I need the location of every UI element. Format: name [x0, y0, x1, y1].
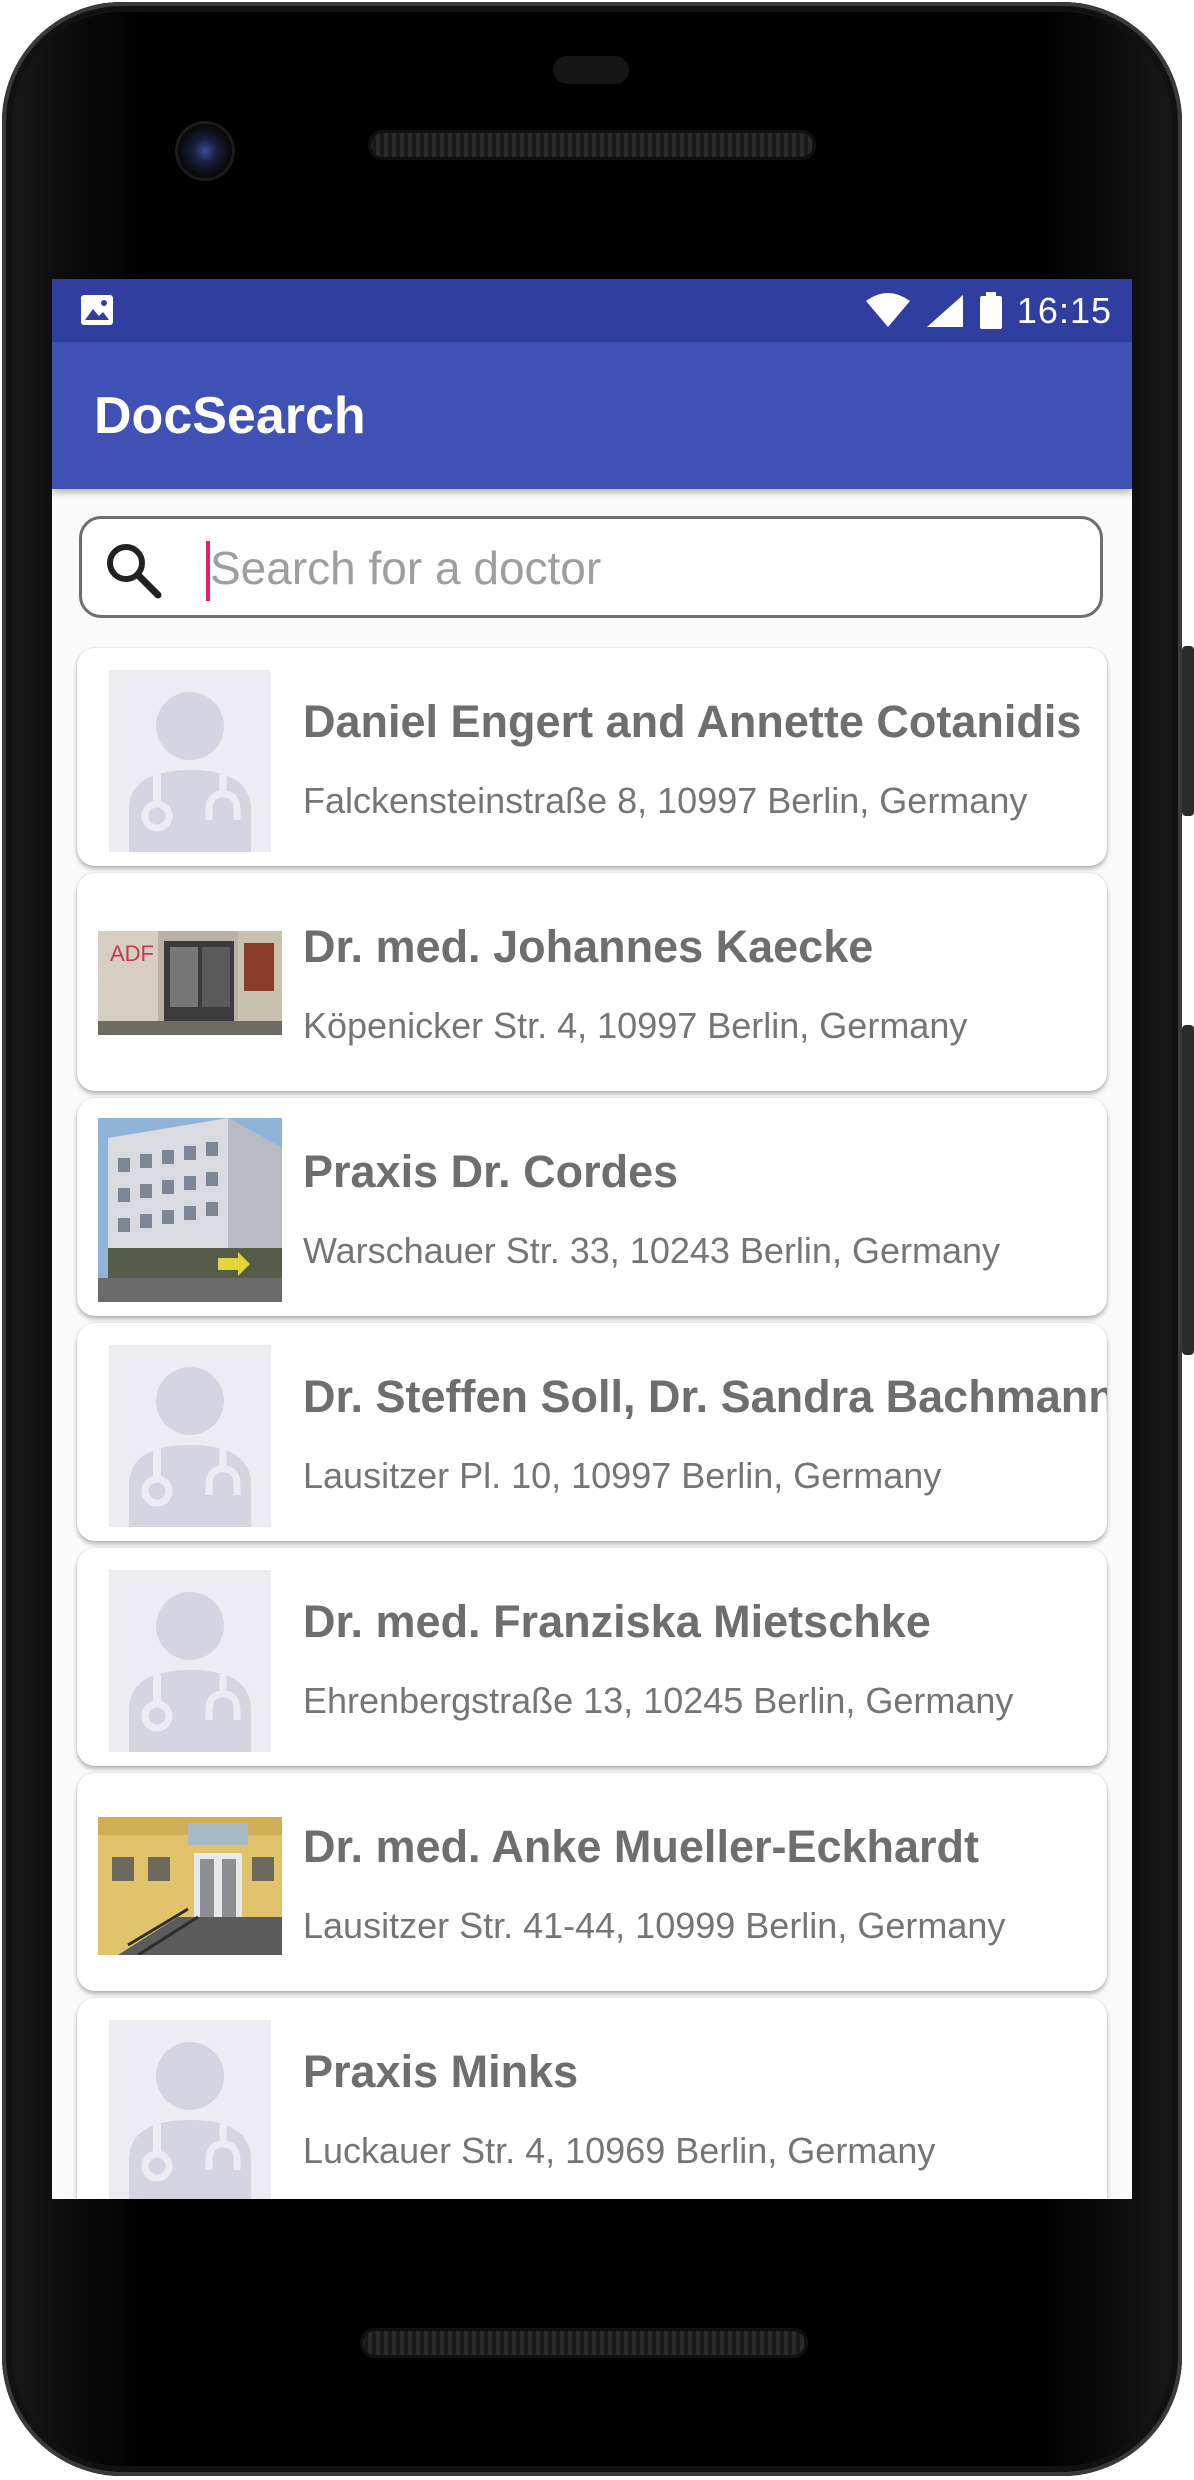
svg-text:ADF: ADF [110, 941, 154, 966]
storefront-photo: ADF [98, 931, 282, 1035]
volume-buttons [1182, 1025, 1194, 1355]
doctor-card[interactable]: Dr. Steffen Soll, Dr. Sandra Bachmann La… [77, 1323, 1107, 1541]
doctor-card[interactable]: Dr. med. Franziska Mietschke Ehrenbergst… [77, 1548, 1107, 1766]
doctor-name: Dr. med. Anke Mueller-Eckhardt [303, 1821, 980, 1872]
app-screen: 16:15 DocSearch Search for a doctor Dani… [52, 279, 1132, 2199]
doctor-name: Daniel Engert and Annette Cotanidis [303, 696, 1082, 747]
doctor-name: Dr. Steffen Soll, Dr. Sandra Bachmann [303, 1371, 1107, 1422]
doctor-placeholder-icon [109, 1345, 271, 1527]
battery-icon [979, 291, 1002, 329]
doctor-name: Praxis Minks [303, 2046, 579, 2097]
earpiece-speaker [368, 130, 816, 160]
doctor-placeholder-icon [109, 1570, 271, 1752]
doctor-placeholder-icon [109, 2020, 271, 2199]
app-title: DocSearch [94, 387, 366, 445]
search-box[interactable] [79, 516, 1103, 618]
doctor-card[interactable]: Praxis Dr. Cordes Warschauer Str. 33, 10… [77, 1098, 1107, 1316]
doctor-name: Dr. med. Franziska Mietschke [303, 1596, 931, 1647]
doctor-card[interactable]: Praxis Minks Luckauer Str. 4, 10969 Berl… [77, 1998, 1107, 2199]
doctor-address: Lausitzer Str. 41-44, 10999 Berlin, Germ… [303, 1905, 1006, 1946]
power-button [1182, 646, 1194, 816]
app-bar: DocSearch [52, 342, 1132, 489]
wifi-icon [865, 292, 910, 327]
status-icons: 16:15 [865, 279, 1112, 342]
doctor-card[interactable]: ADF Dr. med. Johannes Kaecke Köpenicker … [77, 873, 1107, 1091]
doctor-placeholder-icon [109, 670, 271, 852]
front-camera [178, 124, 232, 178]
bottom-speaker [360, 2328, 808, 2358]
doctor-card[interactable]: Dr. med. Anke Mueller-Eckhardt Lausitzer… [77, 1773, 1107, 1991]
search-input[interactable] [210, 537, 1070, 599]
building-photo [98, 1118, 282, 1302]
doctor-name: Dr. med. Johannes Kaecke [303, 921, 874, 972]
search-icon [107, 544, 162, 599]
doctor-address: Lausitzer Pl. 10, 10997 Berlin, Germany [303, 1455, 942, 1496]
doctor-address: Luckauer Str. 4, 10969 Berlin, Germany [303, 2130, 936, 2171]
doctor-address: Ehrenbergstraße 13, 10245 Berlin, German… [303, 1680, 1014, 1721]
doctor-address: Falckensteinstraße 8, 10997 Berlin, Germ… [303, 780, 1028, 821]
entrance-photo [98, 1817, 282, 1955]
doctor-address: Köpenicker Str. 4, 10997 Berlin, Germany [303, 1005, 968, 1046]
cell-signal-icon [926, 294, 963, 327]
doctor-address: Warschauer Str. 33, 10243 Berlin, German… [303, 1230, 1000, 1271]
doctor-name: Praxis Dr. Cordes [303, 1146, 679, 1197]
phone-device: 16:15 DocSearch Search for a doctor Dani… [0, 0, 1194, 2480]
doctor-card[interactable]: Daniel Engert and Annette Cotanidis Falc… [77, 648, 1107, 866]
status-time: 16:15 [1016, 289, 1112, 331]
image-icon [81, 295, 113, 325]
status-bar: 16:15 [52, 279, 1132, 342]
proximity-sensor [553, 56, 629, 84]
